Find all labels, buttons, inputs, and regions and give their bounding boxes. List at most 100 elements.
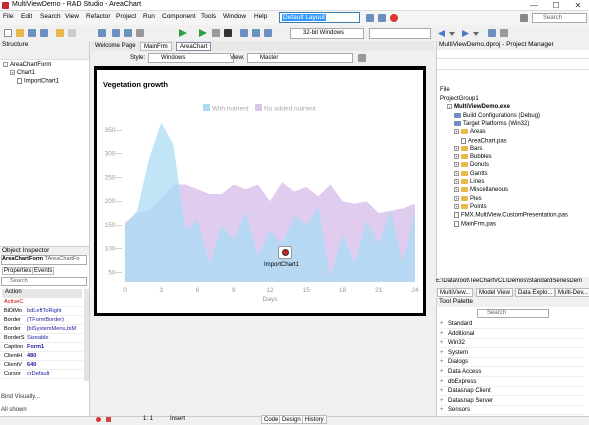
tab-history[interactable]: History — [302, 415, 327, 424]
tab-properties[interactable]: Properties — [2, 267, 34, 275]
chart-container[interactable]: Vegetation growth With nutrient No added n… — [97, 70, 423, 313]
structure-item-importchart[interactable]: ImportChart1 — [17, 78, 59, 85]
inspector-search-input[interactable]: Search — [1, 277, 87, 286]
area-chart[interactable]: Vegetation growth With nutrient No added n… — [97, 70, 423, 313]
ide-search-input[interactable]: Search — [532, 13, 587, 23]
stop-macro-icon[interactable] — [106, 417, 111, 422]
style-combo[interactable]: Windows — [148, 53, 234, 63]
step-over-icon[interactable] — [240, 29, 248, 37]
menu-view[interactable]: View — [65, 13, 79, 20]
target-platform-combo[interactable]: 32-bit Windows — [290, 28, 364, 39]
run-without-debug-icon[interactable] — [198, 28, 208, 38]
tab-data-explorer[interactable]: Data Explo... — [515, 288, 556, 297]
bookmark-icon[interactable] — [500, 29, 508, 37]
back-icon[interactable] — [437, 29, 457, 38]
run-icon[interactable] — [178, 28, 188, 38]
forward-icon[interactable] — [461, 29, 481, 38]
pm-item-folder[interactable]: + Miscellaneous — [454, 187, 508, 193]
prop-row[interactable]: Caption Form1 — [0, 344, 83, 352]
prop-row[interactable]: ClientH 480 — [0, 353, 83, 361]
menu-refactor[interactable]: Refactor — [86, 13, 111, 20]
close-button[interactable]: ✕ — [567, 0, 589, 11]
prop-row[interactable]: Cursor crDefault — [0, 371, 83, 379]
structure-item-form[interactable]: - AreaChartForm — [3, 62, 51, 68]
tab-model-view[interactable]: Model View — [476, 288, 513, 297]
minimize-button[interactable]: — — [523, 0, 545, 11]
pm-item-folder[interactable]: + Lines — [454, 179, 484, 185]
palette-search-input[interactable]: Search — [477, 309, 549, 318]
prop-row[interactable]: ActiveC — [0, 299, 83, 307]
pm-item-folder[interactable]: + Areas — [454, 129, 486, 135]
palette-category[interactable]: Dialogs — [439, 358, 584, 368]
pause-icon[interactable] — [212, 29, 220, 37]
record-macro-icon[interactable] — [96, 417, 101, 422]
inspector-section-action[interactable]: Action — [2, 289, 82, 298]
trace-into-icon[interactable] — [252, 29, 260, 37]
save-icon[interactable] — [28, 29, 36, 37]
menu-file[interactable]: File — [3, 13, 13, 20]
toggle-form-icon[interactable] — [98, 29, 106, 37]
import-chart-component-icon[interactable] — [278, 246, 292, 259]
menu-tools[interactable]: Tools — [201, 13, 216, 20]
menu-help[interactable]: Help — [254, 13, 267, 20]
prop-row[interactable]: ClientV 640 — [0, 362, 83, 370]
pm-item-folder[interactable]: + Pies — [454, 195, 482, 202]
tab-welcome-page[interactable]: Welcome Page — [92, 42, 139, 51]
menu-project[interactable]: Project — [116, 13, 136, 20]
tab-events[interactable]: Events — [32, 267, 55, 275]
pm-item-cfg[interactable]: Build Configurations (Debug) — [454, 112, 540, 119]
pm-item-folder[interactable]: + Donuts — [454, 162, 489, 168]
tab-multi-device[interactable]: Multi-Dev... — [555, 288, 589, 297]
set-debug-desktop-icon[interactable] — [378, 14, 386, 22]
pm-item-file[interactable]: FMX.MultiView.CustomPresentation.pas — [454, 212, 568, 219]
prop-row[interactable]: Border (TFormBorder) — [0, 317, 83, 325]
palette-category[interactable]: Datasnap Server — [439, 397, 584, 406]
palette-category[interactable]: System — [439, 349, 584, 358]
menu-window[interactable]: Window — [223, 13, 246, 20]
save-all-icon[interactable] — [40, 29, 48, 37]
tab-design[interactable]: Design — [279, 415, 304, 424]
bind-visually-link[interactable]: Bind Visually... — [1, 394, 40, 400]
pm-item-cfg[interactable]: Target Platforms (Win32) — [454, 120, 529, 127]
stop-debug-icon[interactable] — [224, 29, 232, 37]
new-icon[interactable] — [4, 29, 12, 37]
pm-item-exe[interactable]: - MultiViewDemo.exe — [447, 104, 510, 110]
palette-category[interactable]: Additional — [439, 330, 584, 339]
menu-component[interactable]: Component — [162, 13, 196, 20]
menu-edit[interactable]: Edit — [21, 13, 32, 20]
inspector-scrollbar[interactable] — [84, 289, 89, 381]
palette-category[interactable]: Win32 — [439, 339, 584, 349]
menu-search[interactable]: Search — [40, 13, 61, 20]
tab-multiview[interactable]: MultiView... — [437, 288, 474, 297]
view-combo[interactable]: Master — [247, 53, 353, 63]
prop-row[interactable]: BorderS Sizeable — [0, 335, 83, 343]
tab-mainfrm[interactable]: MainFrm — [140, 42, 172, 51]
pm-item-file[interactable]: AreaChart.pas — [461, 137, 507, 144]
object-selector-combo[interactable]: AreaChartForm TAreaChartFo — [1, 255, 87, 265]
pm-item-file[interactable]: MainFrm.pas — [454, 220, 496, 227]
maximize-button[interactable]: ☐ — [545, 0, 567, 11]
prop-row[interactable]: Border [biSystemMenu,biM — [0, 326, 83, 334]
add-view-icon[interactable] — [358, 54, 366, 62]
structure-item-chart[interactable]: + Chart1 — [10, 70, 35, 76]
pm-item-group[interactable]: ProjectGroup1 — [440, 96, 479, 102]
help-icon[interactable] — [520, 14, 528, 22]
new-items-icon[interactable] — [136, 29, 144, 37]
open-project-icon[interactable] — [56, 29, 64, 37]
palette-category[interactable]: dbExpress — [439, 378, 584, 387]
pm-item-folder[interactable]: + Bars — [454, 145, 482, 152]
layout-combo[interactable]: Default Layout — [279, 12, 360, 23]
reopen-icon[interactable] — [68, 29, 76, 37]
tab-areachart[interactable]: AreaChart — [176, 42, 212, 51]
pm-item-folder[interactable]: + Bubbles — [454, 154, 492, 160]
palette-category[interactable]: Sensors — [439, 406, 584, 416]
menu-run[interactable]: Run — [143, 13, 155, 20]
palette-category[interactable]: Data Access — [439, 368, 584, 377]
run-to-cursor-icon[interactable] — [264, 29, 272, 37]
pm-item-folder[interactable]: + Points — [454, 203, 487, 210]
palette-category[interactable]: Datasnap Client — [439, 387, 584, 397]
toggle-breakpoint-icon[interactable] — [488, 29, 496, 37]
palette-category[interactable]: Standard — [439, 320, 584, 329]
save-desktop-icon[interactable] — [366, 14, 374, 22]
stop-icon[interactable] — [390, 14, 398, 22]
